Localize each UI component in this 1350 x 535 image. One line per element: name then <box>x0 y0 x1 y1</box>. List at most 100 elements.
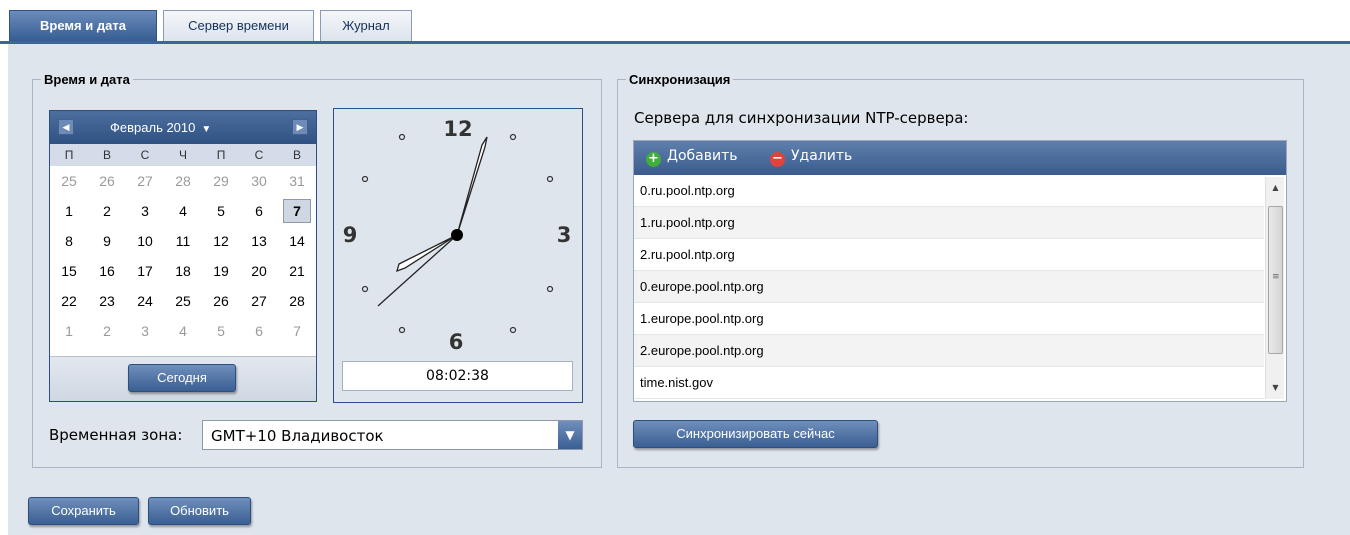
next-month-button[interactable]: ▶ <box>292 119 308 135</box>
calendar: ◀ Февраль 2010 ▼ ▶ ПВСЧПСВ 25 26 27 28 29 30 31… <box>49 110 317 402</box>
server-row[interactable]: 0.ru.pool.ntp.org <box>634 175 1264 207</box>
calendar-day[interactable]: 25 <box>164 286 202 316</box>
calendar-day[interactable]: 23 <box>88 286 126 316</box>
calendar-day[interactable]: 22 <box>50 286 88 316</box>
calendar-day[interactable]: 5 <box>202 316 240 346</box>
save-button[interactable]: Сохранить <box>28 497 139 525</box>
calendar-day[interactable]: 15 <box>50 256 88 286</box>
calendar-day[interactable]: 28 <box>164 166 202 196</box>
calendar-day[interactable]: 17 <box>126 256 164 286</box>
calendar-week: 1234567 <box>50 316 316 346</box>
sync-now-button[interactable]: Синхронизировать сейчас <box>633 420 878 448</box>
tab-time-server[interactable]: Сервер времени <box>163 10 314 41</box>
clock-tick <box>546 175 554 183</box>
calendar-day[interactable]: 31 <box>278 166 316 196</box>
calendar-day[interactable]: 19 <box>202 256 240 286</box>
numeral-9: 9 <box>343 223 358 247</box>
calendar-day[interactable]: 20 <box>240 256 278 286</box>
clock-tick <box>398 133 406 141</box>
calendar-day[interactable]: 4 <box>164 316 202 346</box>
clock-tick <box>546 285 554 293</box>
calendar-day[interactable]: 27 <box>240 286 278 316</box>
server-list: 0.ru.pool.ntp.org 1.ru.pool.ntp.org 2.ru.p… <box>634 175 1264 399</box>
time-display[interactable]: 08:02:38 <box>342 361 573 391</box>
servers-label: Сервера для синхронизации NTP-сервера: <box>634 109 969 127</box>
tab-log[interactable]: Журнал <box>320 10 412 41</box>
hour-hand <box>396 234 458 273</box>
chevron-down-icon[interactable]: ▼ <box>558 421 582 449</box>
calendar-day[interactable]: 24 <box>126 286 164 316</box>
calendar-day[interactable]: 11 <box>164 226 202 256</box>
scroll-up-icon[interactable]: ▲ <box>1266 179 1285 197</box>
weekday-header: П <box>202 144 240 166</box>
datetime-legend: Время и дата <box>44 72 130 87</box>
remove-server-button[interactable]: − Удалить <box>770 148 852 168</box>
calendar-day[interactable]: 25 <box>50 166 88 196</box>
minute-hand <box>456 136 488 236</box>
second-hand <box>377 234 458 307</box>
calendar-day[interactable]: 18 <box>164 256 202 286</box>
calendar-day[interactable]: 6 <box>240 316 278 346</box>
calendar-day[interactable]: 7 <box>278 316 316 346</box>
clock-face: 12 3 6 9 <box>343 117 572 354</box>
tab-time-date[interactable]: Время и дата <box>9 10 157 41</box>
calendar-day[interactable]: 9 <box>88 226 126 256</box>
add-icon: + <box>646 152 661 167</box>
calendar-header: ◀ Февраль 2010 ▼ ▶ <box>50 111 316 144</box>
clock-tick <box>509 133 517 141</box>
scroll-down-icon[interactable]: ▼ <box>1266 379 1285 397</box>
server-row[interactable]: 2.ru.pool.ntp.org <box>634 239 1264 271</box>
weekday-header: В <box>278 144 316 166</box>
server-row[interactable]: time.nist.gov <box>634 367 1264 399</box>
server-row[interactable]: 2.europe.pool.ntp.org <box>634 335 1264 367</box>
calendar-day[interactable]: 2 <box>88 316 126 346</box>
tab-bar: Время и дата Сервер времени Журнал <box>0 0 1350 44</box>
add-server-button[interactable]: + Добавить <box>646 148 737 168</box>
timezone-value: GMT+10 Владивосток <box>211 427 384 445</box>
chevron-down-icon: ▼ <box>201 124 212 135</box>
weekday-header: С <box>126 144 164 166</box>
today-button[interactable]: Сегодня <box>128 364 236 392</box>
calendar-day[interactable]: 27 <box>126 166 164 196</box>
calendar-day[interactable]: 6 <box>240 196 278 226</box>
prev-month-button[interactable]: ◀ <box>58 119 74 135</box>
add-label: Добавить <box>667 148 738 164</box>
calendar-day[interactable]: 14 <box>278 226 316 256</box>
scroll-thumb[interactable]: ≡ <box>1268 206 1283 354</box>
timezone-select[interactable]: GMT+10 Владивосток ▼ <box>202 420 583 450</box>
server-row[interactable]: 1.ru.pool.ntp.org <box>634 207 1264 239</box>
calendar-day[interactable]: 8 <box>50 226 88 256</box>
calendar-day[interactable]: 26 <box>202 286 240 316</box>
server-row[interactable]: 1.europe.pool.ntp.org <box>634 303 1264 335</box>
calendar-day[interactable]: 1 <box>50 196 88 226</box>
calendar-day[interactable]: 26 <box>88 166 126 196</box>
calendar-day[interactable]: 29 <box>202 166 240 196</box>
calendar-day[interactable]: 21 <box>278 256 316 286</box>
calendar-week: 1234567 <box>50 196 316 226</box>
calendar-day[interactable]: 16 <box>88 256 126 286</box>
weekday-header: П <box>50 144 88 166</box>
calendar-day[interactable]: 3 <box>126 316 164 346</box>
sync-legend: Синхронизация <box>629 72 731 87</box>
calendar-day[interactable]: 10 <box>126 226 164 256</box>
calendar-day[interactable]: 12 <box>202 226 240 256</box>
remove-label: Удалить <box>791 148 853 164</box>
servers-grid: + Добавить − Удалить 0.ru.pool.ntp.org 1.ru… <box>633 140 1287 402</box>
calendar-day[interactable]: 5 <box>202 196 240 226</box>
calendar-day[interactable]: 7 <box>278 196 316 226</box>
refresh-button[interactable]: Обновить <box>148 497 251 525</box>
calendar-day[interactable]: 4 <box>164 196 202 226</box>
weekday-header: Ч <box>164 144 202 166</box>
calendar-day[interactable]: 3 <box>126 196 164 226</box>
scrollbar[interactable]: ▲ ≡ ▼ <box>1265 177 1284 399</box>
calendar-day[interactable]: 1 <box>50 316 88 346</box>
month-picker[interactable]: Февраль 2010 ▼ <box>110 120 211 135</box>
numeral-6: 6 <box>449 330 464 354</box>
calendar-day[interactable]: 30 <box>240 166 278 196</box>
calendar-footer: Сегодня <box>50 356 316 401</box>
calendar-day[interactable]: 13 <box>240 226 278 256</box>
grid-toolbar: + Добавить − Удалить <box>634 141 1286 175</box>
calendar-day[interactable]: 2 <box>88 196 126 226</box>
calendar-day[interactable]: 28 <box>278 286 316 316</box>
server-row[interactable]: 0.europe.pool.ntp.org <box>634 271 1264 303</box>
